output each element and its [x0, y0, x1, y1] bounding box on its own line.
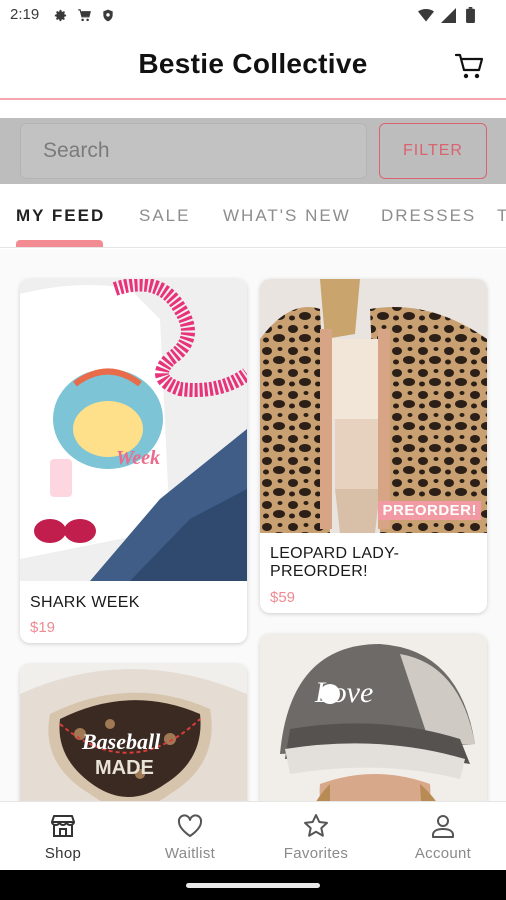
svg-text:Love: Love — [314, 676, 373, 709]
status-notification-icons — [52, 7, 116, 23]
product-card-love-hat[interactable]: Love — [260, 634, 487, 801]
product-image: Love — [260, 634, 487, 801]
home-gesture-handle[interactable] — [186, 883, 320, 888]
cart-icon — [454, 53, 484, 79]
system-navigation-bar — [0, 870, 506, 900]
product-name: LEOPARD LADY-PREORDER! — [270, 545, 400, 580]
tab-whats-new[interactable]: WHAT'S NEW — [223, 206, 351, 226]
product-card-leopard-lady[interactable]: PREORDER! LEOPARD LADY-PREORDER! $59 — [260, 279, 487, 613]
search-input[interactable] — [20, 123, 367, 179]
product-feed[interactable]: Week SHARK WEEK $19 PREORDER! LEOPARD LA… — [0, 249, 506, 801]
nav-shop[interactable]: Shop — [0, 802, 126, 871]
bottom-navigation: Shop Waitlist Favorites Account — [0, 801, 506, 870]
cart-button[interactable] — [454, 50, 486, 82]
tab-dresses[interactable]: DRESSES — [381, 206, 476, 226]
nav-label: Account — [414, 845, 472, 862]
product-card-baseball-cap[interactable]: Baseball MADE — [20, 664, 247, 801]
active-tab-indicator — [16, 240, 103, 247]
status-time: 2:19 — [10, 6, 40, 23]
shield-icon — [100, 7, 116, 23]
status-bar: 2:19 — [0, 0, 506, 32]
nav-favorites[interactable]: Favorites — [253, 802, 379, 871]
category-tabs: MY FEED SALE WHAT'S NEW DRESSES T — [0, 186, 506, 248]
person-icon — [432, 815, 454, 838]
nav-account[interactable]: Account — [380, 802, 506, 871]
svg-text:MADE: MADE — [95, 757, 154, 779]
svg-text:Baseball: Baseball — [81, 729, 161, 754]
filter-button[interactable]: FILTER — [379, 123, 487, 179]
nav-waitlist[interactable]: Waitlist — [127, 802, 253, 871]
tab-sale[interactable]: SALE — [139, 206, 190, 226]
status-system-icons — [418, 7, 478, 23]
gear-icon — [52, 7, 68, 23]
heart-icon — [177, 814, 203, 837]
preorder-badge: PREORDER! — [378, 501, 481, 520]
product-image: Week — [20, 279, 247, 581]
cart-icon — [76, 7, 92, 23]
tab-partial[interactable]: T — [497, 206, 506, 226]
app-header: Bestie Collective — [0, 32, 506, 100]
tab-my-feed[interactable]: MY FEED — [16, 206, 105, 226]
product-price: $59 — [270, 589, 296, 606]
nav-label: Waitlist — [164, 845, 216, 862]
product-price: $19 — [30, 619, 56, 636]
product-card-shark-week[interactable]: Week SHARK WEEK $19 — [20, 279, 247, 643]
star-icon — [304, 814, 328, 837]
signal-icon — [440, 7, 456, 23]
nav-label: Shop — [44, 845, 82, 862]
nav-label: Favorites — [283, 845, 349, 862]
wifi-icon — [418, 7, 434, 23]
svg-text:Week: Week — [116, 447, 160, 469]
store-icon — [51, 815, 75, 837]
product-name: SHARK WEEK — [30, 594, 140, 611]
app-title: Bestie Collective — [138, 48, 368, 79]
product-image — [260, 279, 487, 533]
product-image: Baseball MADE — [20, 664, 247, 801]
battery-icon — [462, 7, 478, 23]
search-bar: FILTER — [0, 118, 506, 184]
